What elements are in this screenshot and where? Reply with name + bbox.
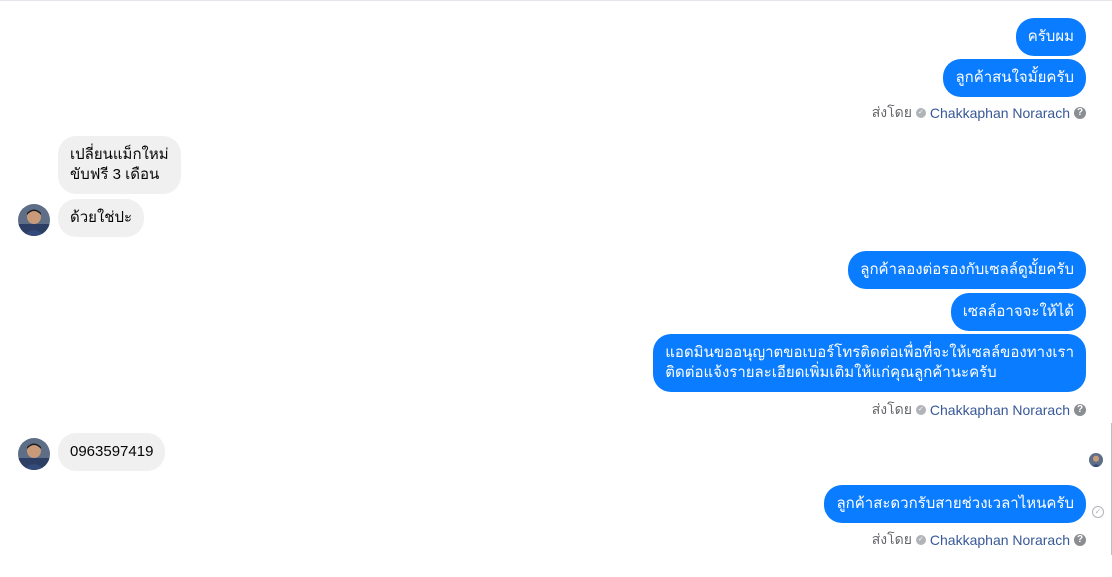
message-outgoing[interactable]: ลูกค้าสนใจมั้ยครับ bbox=[943, 59, 1086, 97]
question-icon[interactable]: ? bbox=[1074, 107, 1086, 119]
contact-avatar[interactable] bbox=[18, 438, 50, 470]
sent-by-prefix: ส่งโดย bbox=[871, 401, 912, 417]
question-icon[interactable]: ? bbox=[1074, 534, 1086, 546]
sent-by-prefix: ส่งโดย bbox=[871, 104, 912, 120]
message-incoming[interactable]: ด้วยใช่ปะ bbox=[58, 199, 145, 237]
message-incoming[interactable]: เปลี่ยนแม็กใหม่ ขับฟรี 3 เดือน bbox=[58, 136, 181, 194]
chat-thread: ครับผม ลูกค้าสนใจมั้ยครับ ส่งโดย ✓ Chakk… bbox=[0, 0, 1112, 577]
message-incoming[interactable]: 0963597419 bbox=[58, 433, 166, 471]
sent-by-prefix: ส่งโดย bbox=[871, 531, 912, 547]
message-outgoing[interactable]: ครับผม bbox=[1015, 18, 1086, 56]
check-circle-icon: ✓ bbox=[915, 108, 926, 118]
message-outgoing[interactable]: ลูกค้าสะดวกรับสายช่วงเวลาไหนครับ bbox=[824, 485, 1086, 523]
question-icon[interactable]: ? bbox=[1074, 404, 1086, 416]
sender-name-link[interactable]: Chakkaphan Norarach bbox=[930, 532, 1070, 548]
sent-by-label: ส่งโดย ✓ Chakkaphan Norarach ? bbox=[872, 102, 1086, 124]
sent-by-label: ส่งโดย ✓ Chakkaphan Norarach ? bbox=[872, 399, 1086, 421]
sender-name-link[interactable]: Chakkaphan Norarach bbox=[930, 402, 1070, 418]
check-circle-icon: ✓ bbox=[915, 535, 926, 545]
contact-avatar[interactable] bbox=[18, 204, 50, 236]
delivered-check-icon: ✓ bbox=[1092, 506, 1104, 518]
message-outgoing[interactable]: แอดมินขออนุญาตขอเบอร์โทรติดต่อเพื่อที่จะ… bbox=[653, 334, 1086, 392]
message-outgoing[interactable]: เซลล์อาจจะให้ได้ bbox=[950, 293, 1086, 331]
seen-avatar bbox=[1089, 453, 1103, 467]
check-circle-icon: ✓ bbox=[915, 405, 926, 415]
message-outgoing[interactable]: ลูกค้าลองต่อรองกับเซลล์ดูมั้ยครับ bbox=[848, 251, 1086, 289]
sender-name-link[interactable]: Chakkaphan Norarach bbox=[930, 105, 1070, 121]
sent-by-label: ส่งโดย ✓ Chakkaphan Norarach ? bbox=[872, 529, 1086, 551]
